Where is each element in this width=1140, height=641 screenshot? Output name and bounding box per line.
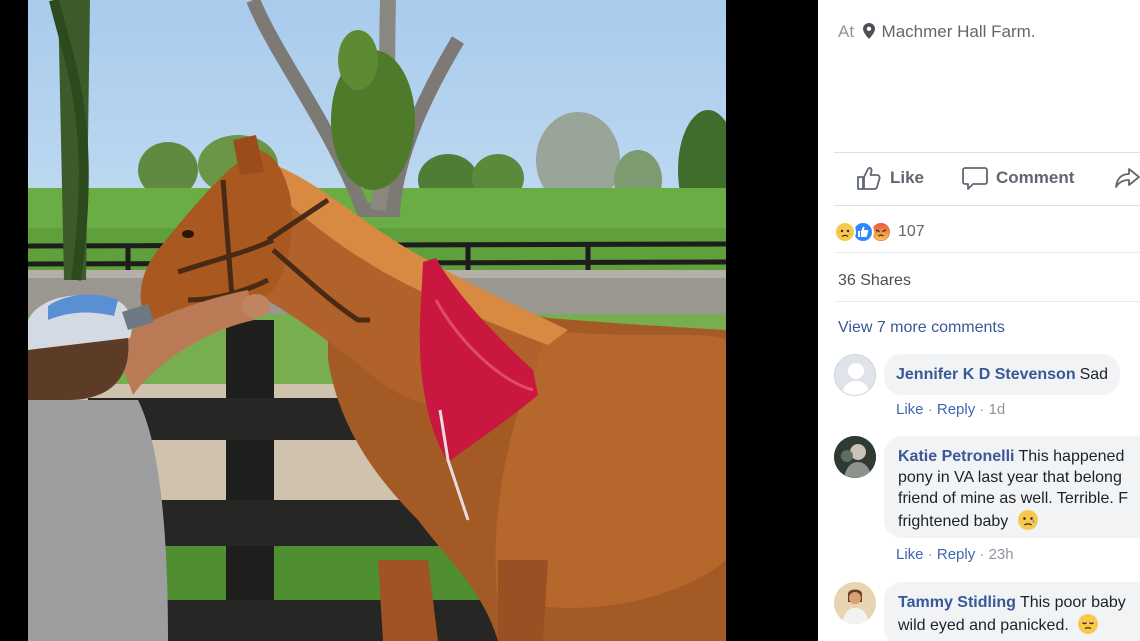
comment-bubble: Tammy Stidling This poor baby wild eyed a…: [884, 582, 1140, 641]
lightbox-gap: [726, 0, 818, 641]
default-avatar-icon[interactable]: [834, 354, 876, 396]
user-avatar[interactable]: [834, 582, 876, 624]
comment-button[interactable]: Comment: [962, 166, 1074, 190]
comment-text-line: frightened baby: [898, 513, 1009, 530]
speech-bubble-icon: [962, 167, 988, 190]
horse-photo-illustration: [28, 0, 726, 641]
comment-author-link[interactable]: Katie Petronelli: [898, 448, 1014, 465]
user-avatar[interactable]: [834, 436, 876, 478]
comment-author-link[interactable]: Tammy Stidling: [898, 594, 1016, 611]
comment-bubble: Jennifer K D Stevenson Sad: [884, 354, 1121, 395]
crying-face-emoji-icon: [1017, 510, 1038, 530]
comment-bubble: Katie Petronelli This happened pony in VA…: [884, 436, 1140, 538]
share-arrow-icon: [1115, 168, 1140, 188]
thumbs-up-icon: [857, 167, 881, 190]
comment-reply-link[interactable]: Reply: [937, 546, 975, 563]
comment-item: Tammy Stidling This poor baby wild eyed a…: [834, 582, 1140, 641]
comment-text-line: friend of mine as well. Terrible. F: [898, 490, 1129, 507]
shares-count-link[interactable]: 36 Shares: [838, 272, 911, 290]
location-link[interactable]: Machmer Hall Farm.: [882, 22, 1036, 41]
share-button[interactable]: [1114, 166, 1140, 190]
comment-label: Comment: [996, 168, 1075, 187]
comment-meta: Like · Reply · 23h: [896, 546, 1014, 563]
reaction-count: 107: [898, 223, 925, 240]
post-photo[interactable]: [28, 0, 726, 641]
comment-text: Sad: [1079, 366, 1109, 383]
comment-item: Katie Petronelli This happened pony in VA…: [834, 436, 1140, 576]
comment-text-line: This poor baby: [1019, 594, 1126, 611]
comment-meta: Like · Reply · 1d: [896, 401, 1006, 418]
comment-time[interactable]: 1d: [989, 401, 1006, 418]
like-button[interactable]: Like: [856, 166, 924, 190]
comment-text-line: pony in VA last year that belong: [898, 469, 1122, 486]
reaction-summary[interactable]: 107: [834, 220, 925, 244]
comment-text-line: wild eyed and panicked.: [898, 617, 1069, 634]
comment-time[interactable]: 23h: [989, 546, 1014, 563]
comment-author-link[interactable]: Jennifer K D Stevenson: [896, 366, 1076, 383]
shares-row: 36 Shares: [834, 252, 1140, 302]
like-label: Like: [890, 168, 925, 187]
relieved-face-emoji-icon: [1078, 614, 1099, 634]
post-side-panel: At Machmer Hall Farm. Like Comment 107 3…: [818, 0, 1140, 641]
comment-reply-link[interactable]: Reply: [937, 401, 975, 418]
post-location: At Machmer Hall Farm.: [838, 22, 1036, 42]
post-action-bar: Like Comment: [834, 152, 1140, 206]
sad-reaction-icon: [834, 221, 856, 243]
comment-like-link[interactable]: Like: [896, 546, 924, 563]
view-more-comments-link[interactable]: View 7 more comments: [838, 319, 1005, 337]
location-pin-icon: [862, 23, 875, 39]
comment-item: Jennifer K D Stevenson Sad Like · Reply ·…: [834, 354, 1140, 424]
comment-text-line: This happened: [1018, 448, 1125, 465]
comment-like-link[interactable]: Like: [896, 401, 924, 418]
location-prefix: At: [838, 22, 855, 41]
